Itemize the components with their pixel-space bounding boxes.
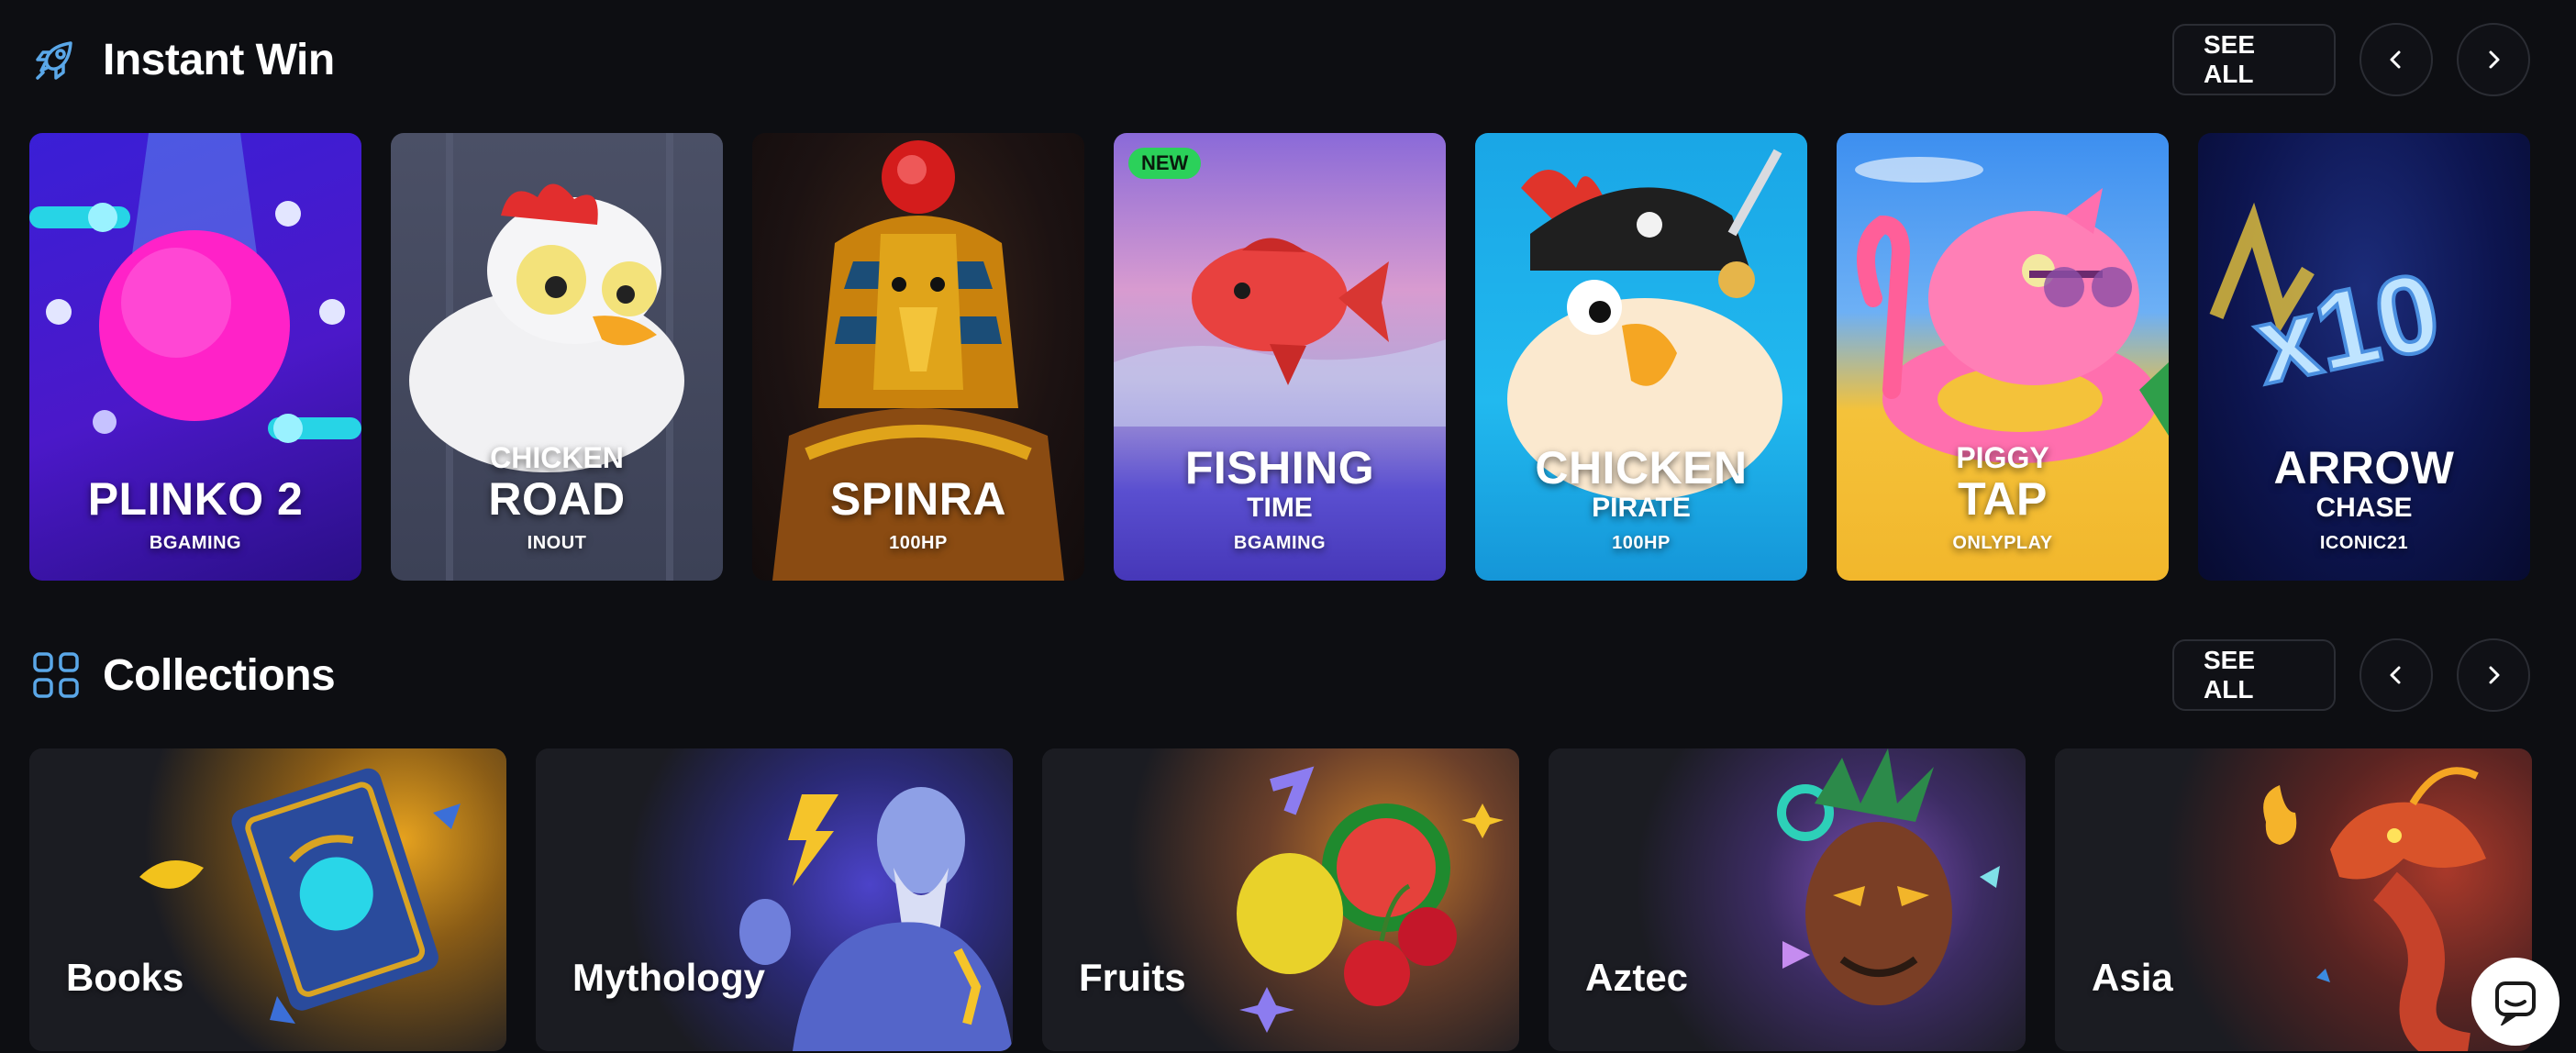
- next-button[interactable]: [2457, 638, 2530, 712]
- collection-card-books[interactable]: Books: [29, 748, 506, 1051]
- game-provider: ICONIC21: [2319, 533, 2409, 553]
- game-label: PLINKO 2 BGAMING: [29, 474, 361, 557]
- game-label: FISHING TIME BGAMING: [1114, 443, 1446, 557]
- section-title: Instant Win: [103, 35, 335, 84]
- game-title: SPINRA: [830, 473, 1006, 525]
- collections-header: Collections SEE ALL: [29, 638, 2530, 712]
- collections-list: Books Mythology Fruits Aztec Asia: [29, 748, 2532, 1051]
- game-title-top: PIGGY: [1956, 441, 2049, 474]
- game-card-plinko-2[interactable]: PLINKO 2 BGAMING: [29, 133, 361, 581]
- grid-icon: [29, 648, 83, 702]
- game-title: ARROW: [2273, 442, 2455, 493]
- game-title: CHICKEN: [1535, 442, 1748, 493]
- game-subtitle: TIME: [1247, 493, 1313, 523]
- next-button[interactable]: [2457, 23, 2530, 96]
- game-label: CHICKEN ROAD INOUT: [391, 441, 723, 557]
- game-card-arrow-chase[interactable]: x10 ARROW CHASE ICONIC21: [2198, 133, 2530, 581]
- game-label: ARROW CHASE ICONIC21: [2198, 443, 2530, 557]
- chevron-left-icon: [2390, 50, 2401, 69]
- instant-win-header: Instant Win SEE ALL: [29, 23, 2530, 96]
- instant-win-controls: SEE ALL: [2172, 23, 2530, 96]
- collection-card-aztec[interactable]: Aztec: [1549, 748, 2026, 1051]
- game-title: ROAD: [488, 473, 626, 525]
- chevron-left-icon: [2390, 666, 2401, 684]
- collection-name: Mythology: [572, 956, 765, 999]
- game-provider: BGAMING: [1233, 533, 1327, 553]
- collection-art: [1549, 748, 2026, 1051]
- game-card-chicken-pirate[interactable]: CHICKEN PIRATE 100HP: [1475, 133, 1807, 581]
- game-card-fishing-time[interactable]: NEW FISHING TIME BGAMING: [1114, 133, 1446, 581]
- collection-card-fruits[interactable]: Fruits: [1042, 748, 1519, 1051]
- see-all-button[interactable]: SEE ALL: [2172, 639, 2336, 711]
- see-all-button[interactable]: SEE ALL: [2172, 24, 2336, 95]
- game-label: PIGGY TAP ONLYPLAY: [1837, 441, 2169, 557]
- game-provider: BGAMING: [149, 533, 242, 553]
- collection-art: [2055, 748, 2532, 1051]
- collection-name: Fruits: [1079, 956, 1186, 999]
- game-provider: 100HP: [889, 533, 948, 553]
- collection-art: [29, 748, 506, 1051]
- game-provider: ONLYPLAY: [1952, 533, 2053, 553]
- chevron-right-icon: [2489, 666, 2500, 684]
- instant-win-title-wrap: Instant Win: [29, 33, 335, 86]
- chevron-right-icon: [2489, 50, 2500, 69]
- collection-card-mythology[interactable]: Mythology: [536, 748, 1013, 1051]
- game-subtitle: CHASE: [2315, 493, 2413, 523]
- collections-title-wrap: Collections: [29, 648, 336, 702]
- collection-art: [536, 748, 1013, 1051]
- prev-button[interactable]: [2359, 638, 2433, 712]
- game-title: TAP: [1958, 473, 2048, 525]
- collections-controls: SEE ALL: [2172, 638, 2530, 712]
- game-provider: 100HP: [1612, 533, 1671, 553]
- game-title: FISHING: [1184, 442, 1375, 493]
- collection-art: [1042, 748, 1519, 1051]
- collection-name: Books: [66, 956, 184, 999]
- collection-card-asia[interactable]: Asia: [2055, 748, 2532, 1051]
- svg-text:x10: x10: [2245, 249, 2450, 408]
- game-card-piggy-tap[interactable]: PIGGY TAP ONLYPLAY: [1837, 133, 2169, 581]
- new-badge: NEW: [1128, 148, 1202, 179]
- chat-button[interactable]: [2471, 958, 2559, 1046]
- game-card-spinra[interactable]: SPINRA 100HP: [752, 133, 1084, 581]
- game-card-chicken-road[interactable]: CHICKEN ROAD INOUT: [391, 133, 723, 581]
- collection-name: Asia: [2092, 956, 2173, 999]
- instant-win-games: PLINKO 2 BGAMING CHICKEN ROAD INOUT SPIN…: [29, 133, 2530, 581]
- game-title: PLINKO 2: [87, 473, 304, 525]
- prev-button[interactable]: [2359, 23, 2433, 96]
- game-label: CHICKEN PIRATE 100HP: [1475, 443, 1807, 557]
- game-title-top: CHICKEN: [490, 441, 624, 474]
- section-title: Collections: [103, 650, 336, 700]
- game-label: SPINRA 100HP: [752, 474, 1084, 557]
- collection-name: Aztec: [1585, 956, 1689, 999]
- rocket-icon: [29, 33, 83, 86]
- game-subtitle: PIRATE: [1592, 493, 1691, 523]
- game-provider: INOUT: [527, 533, 587, 553]
- chat-icon: [2495, 981, 2536, 1025]
